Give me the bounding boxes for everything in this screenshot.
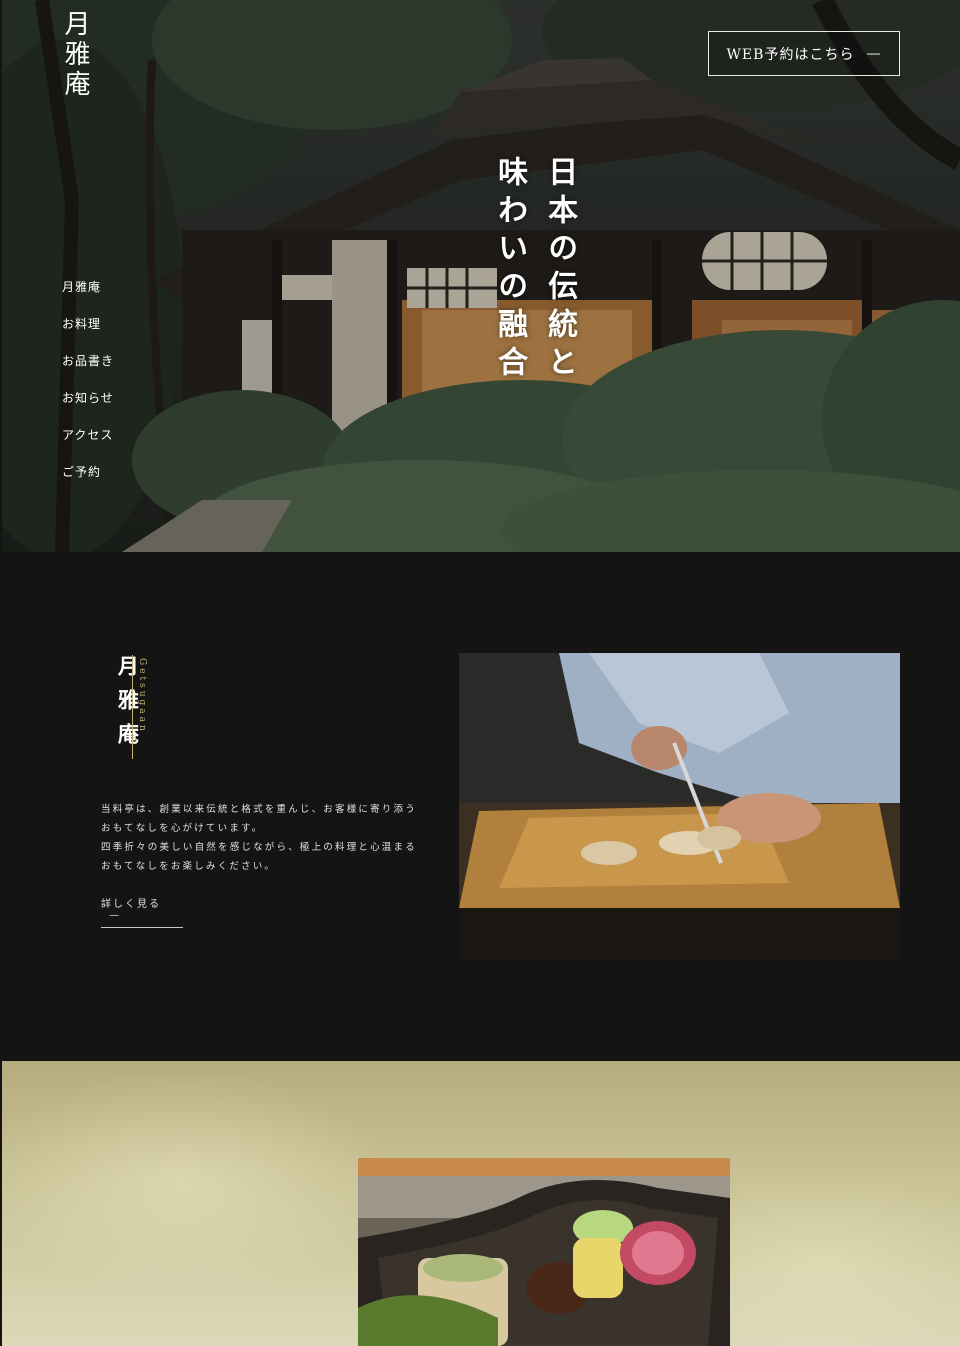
- about-text-line2: おもてなしを心がけています。: [101, 822, 264, 834]
- arrow-right-icon: —: [109, 910, 121, 921]
- about-section: 月雅庵 Getsugaan 当料亭は、創業以来伝統と格式を重んじ、お客様に寄り添…: [2, 552, 960, 1061]
- read-more-link[interactable]: 詳しく見る —: [101, 895, 183, 928]
- nav-item-menu[interactable]: お品書き: [62, 352, 114, 368]
- hero-copy-line1: 日本の伝統と: [542, 156, 578, 384]
- about-title: 月雅庵: [115, 655, 141, 757]
- teahouse-photo: [2, 0, 960, 552]
- nav-item-getsugaan[interactable]: 月雅庵: [62, 278, 114, 294]
- main-nav: 月雅庵 お料理 お品書き お知らせ アクセス ご予約: [62, 278, 114, 500]
- arrow-right-icon: —: [866, 45, 882, 62]
- nav-item-reservation[interactable]: ご予約: [62, 463, 114, 479]
- about-text-line4: おもてなしをお楽しみください。: [101, 860, 277, 872]
- site-logo[interactable]: 月雅庵: [60, 10, 90, 100]
- title-divider: [132, 655, 133, 759]
- read-more-label: 詳しく見る: [101, 899, 161, 910]
- nav-item-access[interactable]: アクセス: [62, 426, 114, 442]
- nav-item-news[interactable]: お知らせ: [62, 389, 114, 405]
- chef-photo: [459, 653, 900, 960]
- about-description: 当料亭は、創業以来伝統と格式を重んじ、お客様に寄り添う おもてなしを心がけていま…: [101, 800, 441, 876]
- hero-section: 月雅庵 月雅庵 お料理 お品書き お知らせ アクセス ご予約 WEB予約はこちら…: [2, 0, 960, 552]
- cuisine-section: [2, 1061, 960, 1346]
- about-title-roman: Getsugaan: [137, 658, 147, 734]
- kaiseki-dish-photo: [358, 1158, 730, 1346]
- web-reservation-button[interactable]: WEB予約はこちら —: [708, 31, 900, 76]
- web-reservation-label: WEB予約はこちら: [726, 46, 855, 63]
- about-text-line3: 四季折々の美しい自然を感じながら、極上の料理と心温まる: [101, 841, 417, 853]
- hero-copy-line2: 味わいの融合: [492, 156, 528, 384]
- hero-catchcopy: 日本の伝統と 味わいの融合: [484, 156, 584, 406]
- about-text-line1: 当料亭は、創業以来伝統と格式を重んじ、お客様に寄り添う: [101, 803, 417, 815]
- nav-item-cuisine[interactable]: お料理: [62, 315, 114, 331]
